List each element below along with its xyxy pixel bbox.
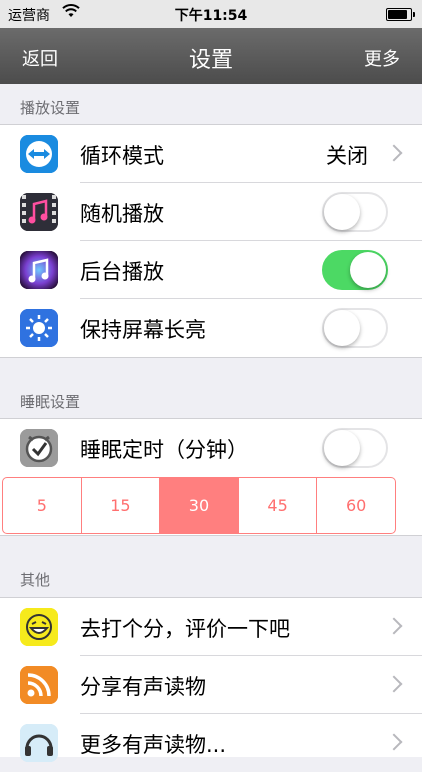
duration-option-45[interactable]: 45: [239, 478, 318, 533]
duration-option-60[interactable]: 60: [317, 478, 395, 533]
headphones-icon: [20, 724, 58, 762]
background-play-row: 后台播放: [0, 241, 422, 299]
music-note-icon: [20, 251, 58, 289]
section-header-other: 其他: [20, 571, 51, 589]
loop-icon: [20, 135, 58, 173]
sleep-duration-selector: 5 15 30 45 60: [2, 477, 396, 534]
sleep-timer-row: 睡眠定时（分钟）: [0, 419, 422, 477]
toggle-knob: [350, 252, 386, 288]
status-time: 下午11:54: [174, 8, 248, 24]
other-settings-group: 去打个分，评价一下吧 分享有声读物 更多有声读物...: [0, 597, 422, 762]
shuffle-label: 随机播放: [80, 202, 164, 226]
clock-icon: [20, 429, 58, 467]
smiley-icon: [20, 608, 58, 646]
toggle-knob: [324, 430, 360, 466]
section-header-playback: 播放设置: [20, 99, 81, 117]
playback-settings-group: 循环模式 关闭 随机播放 后台播放 保持屏幕长亮: [0, 124, 422, 358]
toggle-knob: [324, 194, 360, 230]
chevron-right-icon: [385, 675, 403, 693]
status-bar: 运营商 下午11:54: [0, 0, 422, 28]
share-row[interactable]: 分享有声读物: [0, 656, 422, 714]
chevron-right-icon: [385, 617, 403, 635]
keep-screen-on-row: 保持屏幕长亮: [0, 299, 422, 357]
loop-mode-value: 关闭: [326, 144, 368, 168]
loop-mode-row[interactable]: 循环模式 关闭: [0, 125, 422, 183]
more-button[interactable]: 更多: [364, 45, 400, 71]
toggle-knob: [324, 310, 360, 346]
shuffle-toggle[interactable]: [322, 192, 388, 232]
sleep-timer-label: 睡眠定时（分钟）: [80, 438, 248, 462]
battery-icon: [386, 8, 415, 21]
shuffle-row: 随机播放: [0, 183, 422, 241]
rate-app-label: 去打个分，评价一下吧: [80, 617, 290, 641]
page-title: 设置: [188, 48, 233, 73]
rss-share-icon: [20, 666, 58, 704]
more-books-label: 更多有声读物...: [80, 733, 227, 757]
loop-mode-label: 循环模式: [80, 144, 164, 168]
rate-app-row[interactable]: 去打个分，评价一下吧: [0, 598, 422, 656]
battery-level: [388, 10, 407, 19]
section-header-sleep: 睡眠设置: [20, 393, 81, 411]
shuffle-music-icon: [20, 193, 58, 231]
keep-screen-on-label: 保持屏幕长亮: [80, 318, 206, 342]
chevron-right-icon: [385, 144, 403, 162]
duration-option-30[interactable]: 30: [160, 478, 239, 533]
keep-screen-on-toggle[interactable]: [322, 308, 388, 348]
duration-option-15[interactable]: 15: [82, 478, 161, 533]
brightness-icon: [20, 309, 58, 347]
duration-option-5[interactable]: 5: [3, 478, 82, 533]
chevron-right-icon: [385, 733, 403, 751]
background-play-label: 后台播放: [80, 260, 164, 284]
navigation-bar: 返回 设置 更多: [0, 28, 422, 84]
share-label: 分享有声读物: [80, 675, 206, 699]
background-play-toggle[interactable]: [322, 250, 388, 290]
more-books-row[interactable]: 更多有声读物...: [0, 714, 422, 772]
sleep-timer-toggle[interactable]: [322, 428, 388, 468]
